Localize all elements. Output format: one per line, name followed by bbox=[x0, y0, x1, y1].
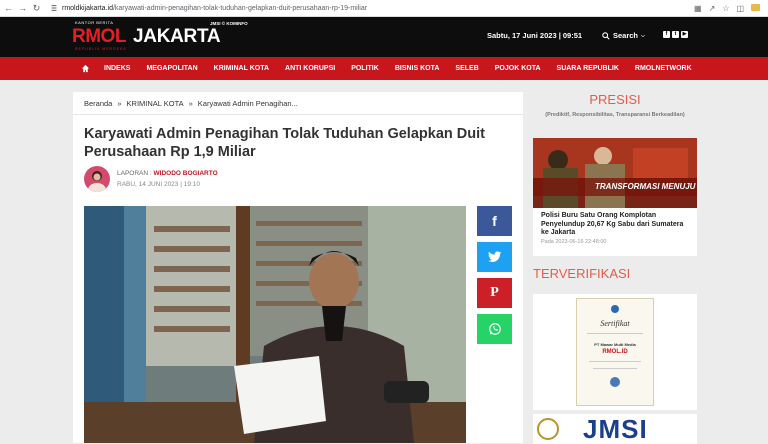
share-pinterest-button[interactable]: P bbox=[477, 278, 512, 308]
breadcrumb-current: Karyawati Admin Penagihan... bbox=[197, 98, 298, 108]
article-date: RABU, 14 JUNI 2023 | 19:10 bbox=[117, 181, 200, 188]
presisi-subheading: (Prediktif, Responsibilitas, Transparans… bbox=[545, 112, 685, 118]
nav-item-seleb[interactable]: SELEB bbox=[447, 57, 486, 80]
breadcrumb: Beranda » KRIMINAL KOTA » Karyawati Admi… bbox=[73, 92, 523, 115]
article-photo bbox=[84, 206, 466, 443]
browser-address-bar: ← → ↻ rmoldkijakarta.id/karyawati-admin-… bbox=[0, 0, 768, 17]
certificate-title: Sertifikat bbox=[600, 319, 630, 328]
search-button[interactable]: Search ⌵ bbox=[602, 31, 645, 40]
profile-icon[interactable] bbox=[751, 3, 760, 11]
nav-item-pojok-kota[interactable]: POJOK KOTA bbox=[487, 57, 549, 80]
sidebar: PRESISI (Prediktif, Responsibilitas, Tra… bbox=[533, 92, 697, 444]
forward-icon[interactable]: → bbox=[17, 3, 28, 13]
nav-item-megapolitan[interactable]: MEGAPOLITAN bbox=[138, 57, 205, 80]
search-icon bbox=[602, 31, 610, 40]
report-label: LAPORAN : bbox=[117, 170, 152, 177]
reload-icon[interactable]: ↻ bbox=[31, 3, 42, 14]
url-host: rmoldkijakarta.id bbox=[62, 4, 113, 12]
jmsi-emblem-icon bbox=[537, 418, 559, 440]
nav-item-kriminal-kota[interactable]: KRIMINAL KOTA bbox=[206, 57, 277, 80]
twitter-icon bbox=[487, 251, 501, 263]
certificate-card[interactable]: Sertifikat PT Mawar Multi Media RMOL.ID bbox=[533, 294, 697, 410]
url-path: /karyawati-admin-penagihan-tolak-tuduhan… bbox=[112, 4, 368, 12]
news-banner-text: TRANSFORMASI MENUJU bbox=[595, 182, 696, 191]
chevron-down-icon: ⌵ bbox=[641, 32, 645, 39]
logo-rmol: RMOL bbox=[72, 26, 126, 47]
article-title: Karyawati Admin Penagihan Tolak Tuduhan … bbox=[84, 126, 485, 160]
news-thumbnail[interactable]: TRANSFORMASI MENUJU bbox=[533, 138, 697, 208]
breadcrumb-home[interactable]: Beranda bbox=[84, 99, 112, 108]
site-header: KANTOR BERITA JMSI © KOMINFO RMOL JAKART… bbox=[0, 17, 768, 57]
verified-heading: TERVERIFIKASI bbox=[533, 266, 631, 281]
nav-item-suara-republik[interactable]: SUARA REPUBLIK bbox=[549, 57, 627, 80]
translate-icon[interactable]: ▦ bbox=[694, 4, 702, 13]
bookmark-star-icon[interactable]: ☆ bbox=[722, 4, 729, 13]
certificate-image[interactable]: Sertifikat PT Mawar Multi Media RMOL.ID bbox=[576, 298, 654, 406]
certificate-brand: RMOL.ID bbox=[602, 349, 628, 355]
logo-tagline: KANTOR BERITA bbox=[75, 20, 114, 25]
home-icon[interactable] bbox=[74, 57, 96, 80]
share-facebook-button[interactable]: f bbox=[477, 206, 512, 236]
share-twitter-button[interactable] bbox=[477, 242, 512, 272]
nav-item-indeks[interactable]: INDEKS bbox=[96, 57, 138, 80]
news-title[interactable]: Polisi Buru Satu Orang Komplotan Penyelu… bbox=[541, 212, 693, 238]
main-nav: INDEKS MEGAPOLITAN KRIMINAL KOTA ANTI KO… bbox=[0, 57, 768, 80]
site-logo[interactable]: KANTOR BERITA JMSI © KOMINFO RMOL JAKART… bbox=[72, 20, 248, 52]
header-date: Sabtu, 17 Juni 2023 | 09:51 bbox=[487, 31, 583, 40]
certificate-seal-icon bbox=[611, 305, 619, 313]
logo-city: JAKARTA bbox=[133, 26, 221, 47]
jmsi-text: JMSI bbox=[583, 414, 648, 444]
nav-item-bisnis-kota[interactable]: BISNIS KOTA bbox=[387, 57, 448, 80]
breadcrumb-category[interactable]: KRIMINAL KOTA bbox=[127, 99, 184, 108]
twitter-icon[interactable]: t bbox=[672, 31, 679, 38]
author-name[interactable]: WIDODO BOGIARTO bbox=[154, 170, 218, 177]
social-links: f t ▶ bbox=[663, 31, 688, 38]
share-icon[interactable]: ↗ bbox=[709, 4, 716, 13]
back-icon[interactable]: ← bbox=[3, 3, 14, 13]
pinterest-icon: P bbox=[490, 285, 499, 300]
facebook-icon[interactable]: f bbox=[663, 31, 670, 38]
logo-sub: REPUBLIK MERDEKA bbox=[75, 47, 127, 51]
whatsapp-icon bbox=[488, 323, 501, 335]
author-avatar[interactable] bbox=[84, 166, 110, 192]
nav-item-anti-korupsi[interactable]: ANTI KORUPSI bbox=[277, 57, 343, 80]
news-date: Pada 2023-06-16 22:48:00 bbox=[541, 239, 607, 245]
jmsi-banner[interactable]: JMSI bbox=[533, 414, 697, 444]
breadcrumb-separator: » bbox=[188, 98, 193, 108]
sidebar-icon[interactable]: ◫ bbox=[736, 4, 744, 13]
nav-item-rmolnetwork[interactable]: RMOLNETWORK bbox=[627, 57, 700, 80]
certificate-stamp-icon bbox=[610, 377, 620, 387]
article-byline: LAPORAN : WIDODO BOGIARTO RABU, 14 JUNI … bbox=[84, 166, 218, 192]
facebook-icon: f bbox=[492, 213, 497, 229]
certificate-company: PT Mawar Multi Media bbox=[594, 342, 636, 347]
youtube-icon[interactable]: ▶ bbox=[681, 31, 688, 38]
breadcrumb-separator: » bbox=[117, 98, 122, 108]
author-line: LAPORAN : WIDODO BOGIARTO bbox=[117, 170, 218, 177]
share-whatsapp-button[interactable] bbox=[477, 314, 512, 344]
presisi-heading: PRESISI bbox=[589, 92, 641, 107]
nav-item-politik[interactable]: POLITIK bbox=[343, 57, 387, 80]
url-field[interactable]: rmoldkijakarta.id/karyawati-admin-penagi… bbox=[50, 2, 694, 15]
article-container: Beranda » KRIMINAL KOTA » Karyawati Admi… bbox=[73, 92, 523, 443]
site-info-icon[interactable] bbox=[50, 4, 58, 12]
search-label: Search bbox=[613, 31, 639, 40]
